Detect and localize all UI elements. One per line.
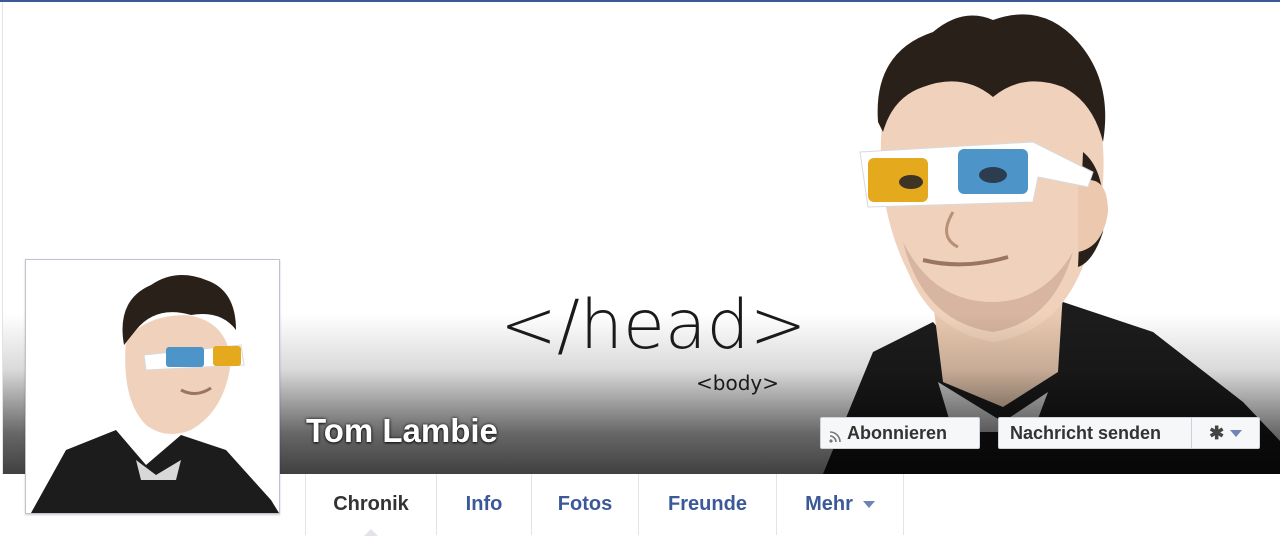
tab-label: Fotos xyxy=(557,493,613,515)
rss-icon xyxy=(829,427,841,443)
avatar xyxy=(31,275,279,513)
tab-mehr[interactable]: Mehr xyxy=(777,474,904,535)
chevron-down-icon xyxy=(1230,429,1243,437)
tab-label: Info xyxy=(465,493,503,515)
cover-subtitle: <body> xyxy=(696,371,779,395)
settings-dropdown-button[interactable]: ✱ xyxy=(1192,423,1259,444)
cover-title: </head> xyxy=(500,286,807,365)
gear-icon: ✱ xyxy=(1209,422,1225,443)
message-button-group: Nachricht senden ✱ xyxy=(998,417,1260,449)
tab-label: Freunde xyxy=(668,493,747,515)
tab-fotos[interactable]: Fotos xyxy=(532,474,639,535)
tab-label: Mehr xyxy=(805,493,853,515)
send-message-button[interactable]: Nachricht senden xyxy=(999,423,1191,444)
profile-tabs: Chronik Info Fotos Freunde Mehr xyxy=(305,474,904,536)
subscribe-button[interactable]: Abonnieren xyxy=(820,417,980,449)
tab-label: Chronik xyxy=(333,493,409,515)
tab-freunde[interactable]: Freunde xyxy=(639,474,777,535)
subscribe-label: Abonnieren xyxy=(847,422,948,443)
tab-info[interactable]: Info xyxy=(437,474,532,535)
profile-picture[interactable] xyxy=(25,259,280,514)
profile-name[interactable]: Tom Lambie xyxy=(306,412,498,450)
chevron-down-icon xyxy=(862,501,875,508)
tab-chronik[interactable]: Chronik xyxy=(306,474,437,536)
